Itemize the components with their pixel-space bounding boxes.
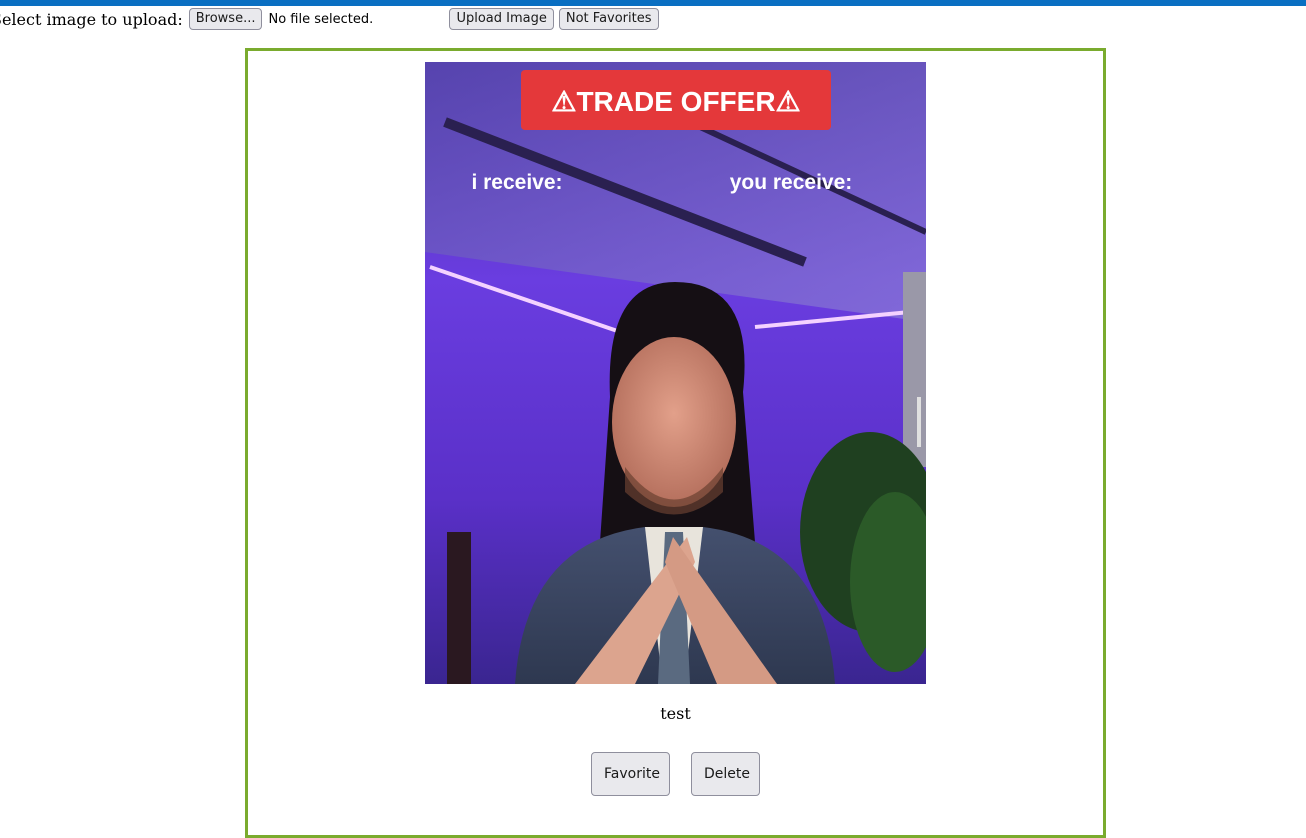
browser-top-accent-bar [0, 0, 1306, 6]
upload-form: Select image to upload: Browse... No fil… [0, 8, 659, 30]
meme-banner-text: ⚠TRADE OFFER⚠ [551, 86, 800, 117]
favorite-button[interactable]: Favorite [591, 752, 670, 796]
file-status-text: No file selected. [268, 11, 374, 27]
upload-image-button[interactable]: Upload Image [449, 8, 554, 30]
meme-left-text: i receive: [471, 171, 562, 194]
uploaded-image: ⚠TRADE OFFER⚠ i receive: you receive: [425, 62, 926, 684]
image-card: ⚠TRADE OFFER⚠ i receive: you receive: te… [245, 48, 1106, 838]
meme-right-text: you receive: [730, 171, 853, 194]
delete-button[interactable]: Delete [691, 752, 760, 796]
upload-label: Select image to upload: [0, 9, 183, 29]
image-caption: test [660, 704, 691, 723]
browse-button[interactable]: Browse... [188, 8, 263, 30]
not-favorites-button[interactable]: Not Favorites [558, 8, 659, 30]
